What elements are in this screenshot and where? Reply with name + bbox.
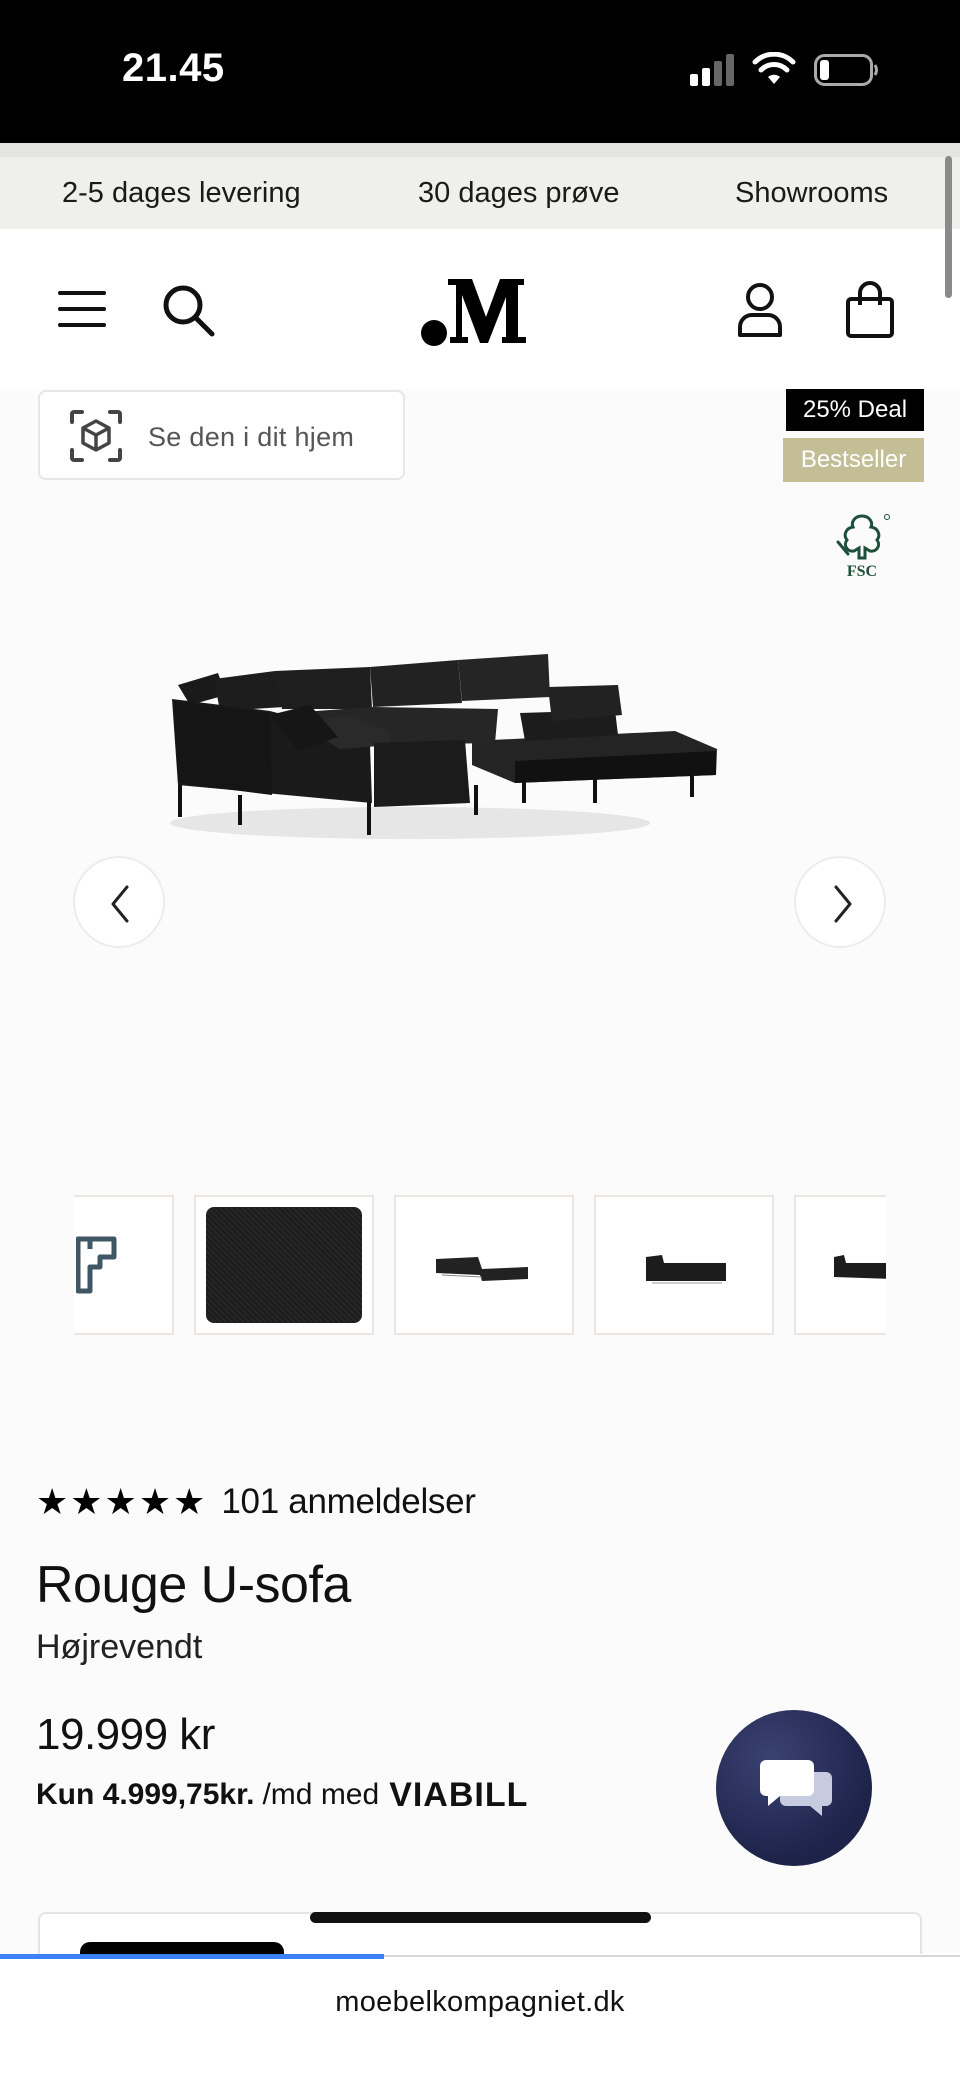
rating-stars: ★★★★★	[36, 1481, 208, 1522]
reviews-count[interactable]: 101 anmeldelser	[221, 1482, 476, 1522]
home-indicator[interactable]	[310, 1912, 651, 1923]
signal-icon	[690, 54, 734, 86]
product-main-image[interactable]	[160, 645, 730, 865]
view-in-your-home-button[interactable]: Se den i dit hjem	[38, 390, 405, 480]
viabill-logo: VIABILL	[389, 1775, 529, 1814]
thumbnail-dimensions[interactable]	[74, 1195, 174, 1335]
url-bar-divider	[384, 1955, 960, 1957]
chevron-left-icon	[111, 885, 129, 923]
gallery-next-button[interactable]	[794, 856, 886, 948]
usp-bar: 2-5 dages levering 30 dages prøve Showro…	[0, 143, 960, 229]
site-logo[interactable]	[420, 273, 540, 347]
product-title: Rouge U-sofa	[36, 1556, 351, 1614]
page-scrollbar[interactable]	[945, 156, 952, 298]
url-text[interactable]: moebelkompagniet.dk	[0, 1986, 960, 2019]
deal-badge: 25% Deal	[786, 389, 924, 431]
ar-button-label: Se den i dit hjem	[148, 422, 355, 452]
wifi-icon	[752, 52, 796, 84]
site-header	[0, 229, 960, 389]
promo-strip	[0, 143, 960, 157]
sofa-angle-thumbnail	[436, 1257, 528, 1281]
page-load-progress	[0, 1954, 384, 1959]
search-icon[interactable]	[160, 282, 216, 338]
product-price: 19.999 kr	[36, 1710, 215, 1759]
bestseller-badge: Bestseller	[783, 438, 924, 482]
thumbnail-angle[interactable]	[394, 1195, 574, 1335]
ar-cube-icon	[70, 410, 122, 462]
chat-button[interactable]	[716, 1710, 872, 1866]
fsc-label: FSC	[847, 563, 877, 580]
sofa-back-thumbnail	[834, 1255, 886, 1279]
browser-url-bar[interactable]: moebelkompagniet.dk	[0, 1954, 960, 2081]
dimension-diagram-icon	[76, 1236, 117, 1294]
chat-bubbles-icon	[760, 1760, 832, 1816]
thumbnail-fabric[interactable]	[194, 1195, 374, 1335]
financing-info[interactable]: Kun 4.999,75kr. /md med VIABILL	[36, 1774, 528, 1816]
product-rating[interactable]: ★★★★★ 101 anmeldelser	[36, 1480, 476, 1524]
gallery-prev-button[interactable]	[73, 856, 165, 948]
finance-amount: Kun 4.999,75kr.	[36, 1778, 255, 1811]
product-variant: Højrevendt	[36, 1628, 203, 1666]
shopping-bag-icon[interactable]	[845, 281, 895, 339]
usp-showrooms[interactable]: Showrooms	[735, 177, 888, 210]
status-time: 21.45	[122, 46, 225, 90]
usp-trial[interactable]: 30 dages prøve	[418, 177, 620, 210]
finance-period: /md med	[262, 1778, 380, 1811]
thumbnail-side[interactable]	[594, 1195, 774, 1335]
usp-delivery[interactable]: 2-5 dages levering	[62, 177, 301, 210]
sofa-side-thumbnail	[646, 1255, 726, 1284]
fabric-swatch	[206, 1207, 362, 1323]
user-icon[interactable]	[737, 281, 783, 337]
battery-icon	[814, 54, 878, 86]
gallery-thumbnails[interactable]	[74, 1193, 886, 1336]
hamburger-menu-icon[interactable]	[56, 289, 108, 329]
status-bar: 21.45	[0, 0, 960, 143]
chevron-right-icon	[834, 885, 852, 923]
fsc-logo-icon: FSC	[836, 514, 890, 580]
thumbnail-back[interactable]	[794, 1195, 886, 1335]
